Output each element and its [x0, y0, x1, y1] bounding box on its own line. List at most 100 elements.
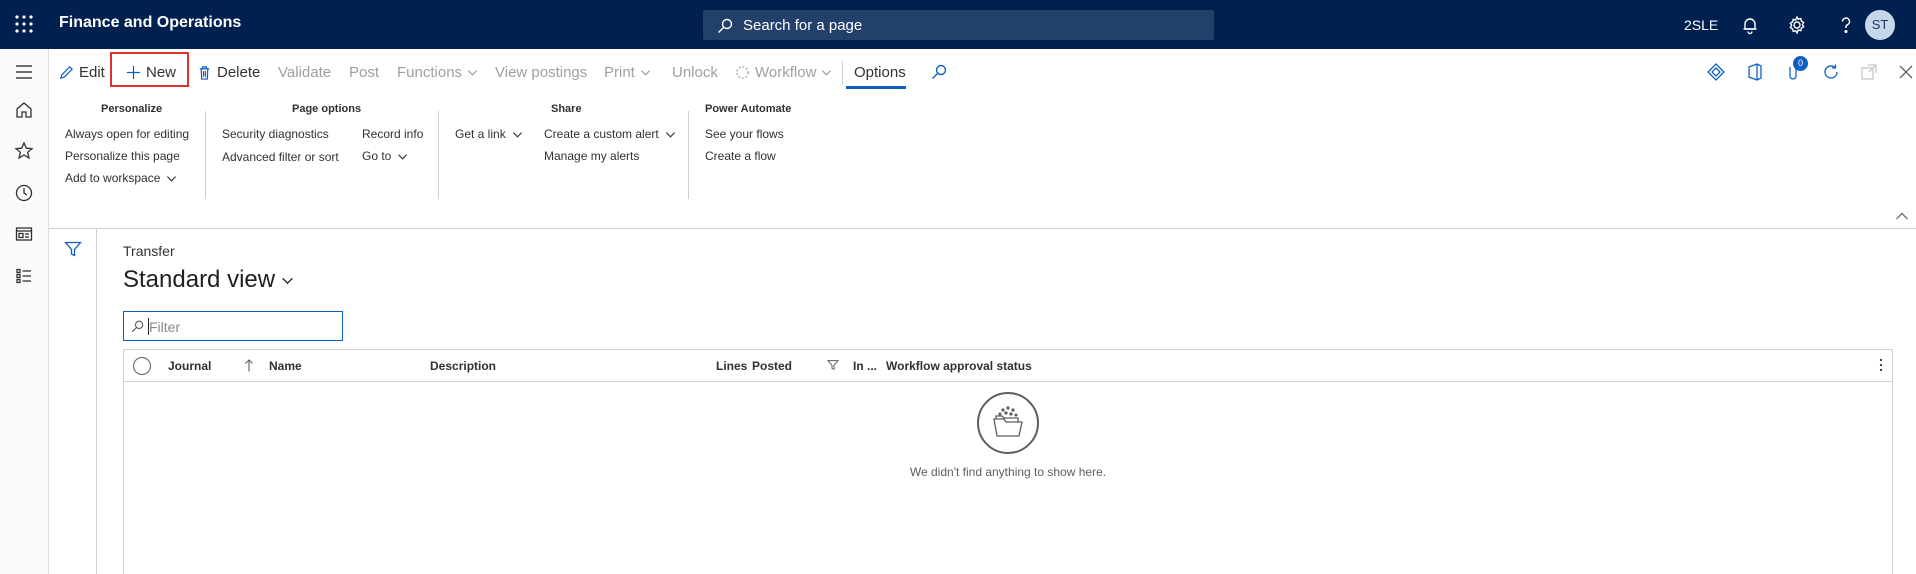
security-diagnostics-button[interactable]: Security diagnostics [222, 127, 329, 141]
action-search-button[interactable] [931, 60, 947, 84]
chevron-down-icon [640, 67, 651, 78]
refresh-icon[interactable] [1822, 60, 1840, 84]
filter-funnel-icon[interactable] [64, 240, 82, 258]
view-postings-label: View postings [495, 63, 588, 81]
search-icon [717, 18, 733, 34]
filter-input[interactable]: Filter [123, 311, 343, 341]
bell-icon[interactable] [1740, 15, 1760, 35]
search-icon [131, 320, 144, 333]
collapse-ribbon-icon[interactable] [1895, 209, 1909, 223]
left-navigation [0, 49, 49, 574]
pencil-icon [59, 65, 74, 80]
search-icon [931, 64, 947, 80]
delete-button[interactable]: Delete [197, 60, 260, 84]
app-launcher-icon[interactable] [14, 14, 34, 34]
power-apps-icon[interactable] [1707, 60, 1725, 84]
post-label: Post [349, 63, 380, 81]
chevron-down-icon [512, 129, 523, 140]
column-header-in[interactable]: In ... [853, 359, 877, 373]
trash-icon [197, 65, 212, 80]
view-selector[interactable]: Standard view [123, 266, 294, 294]
unlock-button[interactable]: Unlock [672, 60, 718, 84]
chevron-down-icon [397, 151, 408, 162]
gear-icon[interactable] [1787, 15, 1807, 35]
sort-ascending-icon[interactable] [244, 359, 254, 372]
personalize-page-button[interactable]: Personalize this page [65, 149, 180, 163]
breadcrumb: Transfer [123, 243, 175, 259]
add-to-workspace-label: Add to workspace [65, 171, 161, 185]
modules-list-icon[interactable] [14, 266, 34, 286]
spinner-icon [735, 65, 750, 80]
select-all-checkbox[interactable] [133, 357, 151, 375]
more-options-icon[interactable] [1879, 358, 1883, 372]
workflow-menu[interactable]: Workflow [735, 60, 832, 84]
search-placeholder: Search for a page [743, 17, 863, 34]
group-divider [438, 111, 439, 199]
manage-my-alerts-button[interactable]: Manage my alerts [544, 149, 639, 163]
app-title: Finance and Operations [59, 14, 242, 31]
create-a-flow-button[interactable]: Create a flow [705, 149, 776, 163]
record-info-button[interactable]: Record info [362, 127, 423, 141]
grid-header: Journal Name Description Lines Posted In… [124, 350, 1892, 382]
close-icon[interactable] [1898, 60, 1914, 84]
open-in-new-window-icon[interactable] [1860, 60, 1878, 84]
favorites-star-icon[interactable] [14, 141, 34, 161]
group-title-page-options: Page options [292, 103, 362, 115]
chevron-down-icon [665, 129, 676, 140]
toolbar-divider [842, 61, 843, 85]
options-tab-underline [846, 86, 906, 89]
hamburger-menu-icon[interactable] [14, 62, 34, 82]
edit-button[interactable]: Edit [59, 60, 105, 84]
filter-placeholder: Filter [149, 319, 181, 335]
advanced-filter-button[interactable]: Advanced filter or sort [222, 150, 339, 164]
print-label: Print [604, 63, 635, 81]
column-header-journal[interactable]: Journal [168, 359, 211, 373]
top-bar: Finance and Operations Search for a page… [0, 0, 1916, 49]
get-a-link-menu[interactable]: Get a link [455, 127, 523, 141]
empty-state: We didn't find anything to show here. [124, 392, 1892, 479]
column-header-name[interactable]: Name [269, 359, 302, 373]
company-selector[interactable]: 2SLE [1684, 17, 1718, 33]
always-open-for-editing-button[interactable]: Always open for editing [65, 127, 189, 141]
functions-menu[interactable]: Functions [397, 60, 478, 84]
see-your-flows-button[interactable]: See your flows [705, 127, 784, 141]
new-button-highlight [110, 52, 189, 87]
always-open-label: Always open for editing [65, 127, 190, 141]
view-postings-button[interactable]: View postings [495, 60, 587, 84]
manage-my-alerts-label: Manage my alerts [544, 149, 640, 163]
validate-button[interactable]: Validate [278, 60, 331, 84]
page-search-box[interactable]: Search for a page [703, 10, 1214, 40]
advanced-filter-label: Advanced filter or sort [222, 150, 339, 164]
delete-label: Delete [217, 63, 261, 81]
empty-folder-icon [977, 392, 1039, 454]
help-icon[interactable] [1836, 15, 1856, 35]
print-menu[interactable]: Print [604, 60, 651, 84]
tab-options[interactable]: Options [854, 60, 906, 84]
chevron-down-icon [467, 67, 478, 78]
office-icon[interactable] [1746, 60, 1764, 84]
home-icon[interactable] [14, 100, 34, 120]
validate-label: Validate [278, 63, 332, 81]
functions-label: Functions [397, 63, 463, 81]
go-to-menu[interactable]: Go to [362, 149, 408, 163]
column-header-posted[interactable]: Posted [752, 359, 792, 373]
create-custom-alert-menu[interactable]: Create a custom alert [544, 127, 676, 141]
column-header-description[interactable]: Description [430, 359, 496, 373]
recent-clock-icon[interactable] [14, 183, 34, 203]
unlock-label: Unlock [672, 63, 718, 81]
notification-badge: 0 [1793, 56, 1808, 71]
column-header-lines[interactable]: Lines [716, 359, 747, 373]
chevron-down-icon [821, 67, 832, 78]
post-button[interactable]: Post [349, 60, 379, 84]
workspaces-icon[interactable] [14, 224, 34, 244]
record-info-label: Record info [362, 127, 424, 141]
workflow-label: Workflow [755, 63, 817, 81]
security-diagnostics-label: Security diagnostics [222, 127, 329, 141]
user-avatar[interactable]: ST [1865, 10, 1895, 40]
empty-state-message: We didn't find anything to show here. [909, 465, 1107, 479]
column-filter-icon[interactable] [827, 359, 839, 371]
chevron-down-icon [281, 274, 294, 287]
add-to-workspace-menu[interactable]: Add to workspace [65, 171, 177, 185]
personalize-page-label: Personalize this page [65, 149, 180, 163]
column-header-workflow-approval-status[interactable]: Workflow approval status [886, 359, 1032, 373]
